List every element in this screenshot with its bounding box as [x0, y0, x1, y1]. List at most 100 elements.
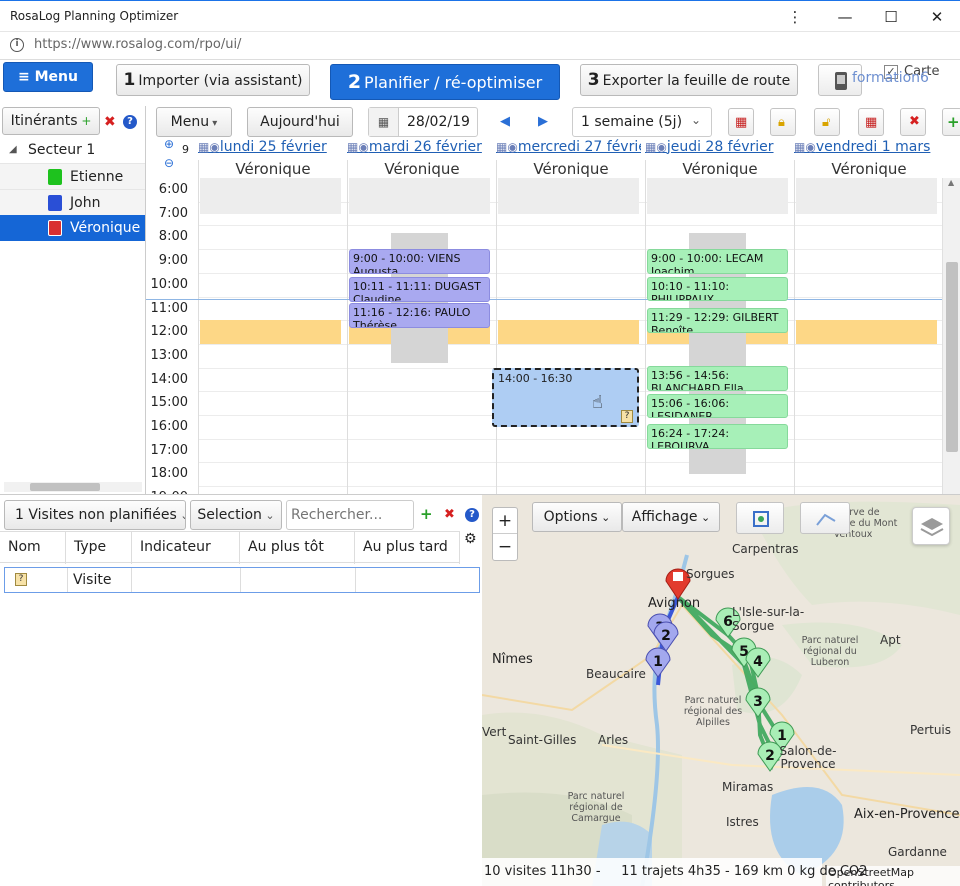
calendar-event[interactable]: 9:00 - 10:00: VIENS Augusta [349, 249, 490, 274]
vertical-scrollbar[interactable]: ▲ [942, 178, 960, 494]
collapse-icon[interactable]: ◢ [9, 137, 17, 163]
map-center-button[interactable] [736, 502, 784, 534]
calendar-icon[interactable]: ▦ [369, 108, 399, 136]
range-select[interactable]: 1 semaine (5j) ⌄ [572, 107, 712, 137]
close-window-icon[interactable]: ✕ [922, 5, 952, 29]
unlock-button[interactable]: 🔓︎ [814, 108, 840, 136]
maximize-icon[interactable]: ☐ [876, 5, 906, 29]
column-header-indicateur[interactable]: Indicateur [132, 532, 240, 564]
layers-button[interactable] [912, 507, 950, 545]
column-header-au-plus-tard[interactable]: Au plus tard [355, 532, 460, 564]
calendar-menu-button[interactable]: Menu ▾ [156, 107, 232, 137]
day-header-link[interactable]: ▦◉mercredi 27 févrie [496, 139, 641, 155]
selection-select[interactable]: Selection ⌄ [190, 500, 282, 530]
next-icon[interactable]: ▶ [538, 114, 548, 129]
current-time-line [146, 298, 942, 300]
minimize-icon[interactable]: — [830, 5, 860, 29]
map-canvas[interactable]: 6 5 4 3 1 2 3 2 1 [482, 495, 960, 886]
date-value[interactable]: 28/02/19 [407, 114, 470, 130]
calendar-remove-button[interactable]: ▦ [858, 108, 884, 136]
delete-icon[interactable]: ✖ [104, 114, 116, 130]
window-titlebar: RosaLog Planning Optimizer ⋮ — ☐ ✕ [0, 0, 960, 32]
visits-filter-select[interactable]: 1 Visites non planifiées ⌄ [4, 500, 186, 530]
calendar: Menu ▾ Aujourd'hui ▦ 28/02/19 ◀ ▶ 1 sema… [146, 106, 960, 494]
plan-button[interactable]: 2 Planifier / ré-optimiser [330, 64, 560, 100]
calendar-event[interactable]: 15:06 - 16:06: LESIDANERRabita [647, 393, 788, 419]
calendar-event[interactable]: 10:10 - 11:10: PHILIPPAUXDésiré [647, 276, 788, 302]
person-row-etienne[interactable]: Etienne [0, 163, 145, 189]
day-options-icon[interactable]: ▦◉ [496, 140, 518, 154]
help-icon[interactable]: ? [465, 508, 479, 522]
add-visit-icon[interactable]: + [420, 505, 433, 523]
map-label-aix: Aix-en-Provence [854, 807, 960, 822]
hour-label: 6:00 [158, 182, 188, 197]
person-row-veronique[interactable]: Véronique [0, 215, 145, 241]
map-label-istres: Istres [726, 815, 759, 829]
map[interactable]: 6 5 4 3 1 2 3 2 1 Carpentras Sorgues Avi… [482, 494, 960, 886]
main-menu-button[interactable]: ≡ Menu [3, 62, 93, 92]
horizontal-scrollbar[interactable] [4, 482, 142, 492]
person-row-john[interactable]: John [0, 189, 145, 215]
hour-label: 14:00 [150, 371, 188, 387]
lunch-break [200, 320, 341, 344]
person-icon [48, 220, 62, 236]
user-label[interactable]: formation6 [852, 70, 929, 86]
day-header-link[interactable]: ▦◉jeudi 28 février [645, 139, 790, 155]
calendar-event[interactable]: 11:29 - 12:29: GILBERT Benoîte [647, 307, 788, 333]
add-button[interactable]: + [942, 108, 960, 136]
column-header-au-plus-tot[interactable]: Au plus tôt [240, 532, 355, 564]
info-icon[interactable]: i [10, 38, 24, 52]
zoom-in-icon[interactable]: ⊕ [164, 137, 174, 151]
map-options-button[interactable]: Options ⌄ [532, 502, 622, 532]
day-options-icon[interactable]: ▦◉ [645, 140, 667, 154]
map-route-button[interactable] [800, 502, 850, 534]
help-icon[interactable]: ? [123, 115, 137, 129]
day-header-link[interactable]: ▦◉mardi 26 février [347, 139, 492, 155]
column-header-nom[interactable]: Nom [0, 532, 66, 564]
search-input[interactable] [291, 505, 409, 525]
hamburger-icon: ≡ [18, 69, 35, 85]
sector-row[interactable]: ◢ Secteur 1 [0, 137, 145, 163]
date-picker[interactable]: ▦ 28/02/19 [368, 107, 478, 137]
map-label-avignon: Avignon [648, 596, 701, 611]
day-options-icon[interactable]: ▦◉ [794, 140, 816, 154]
calendar-event[interactable]: 13:56 - 14:56: BLANCHARD Ella [647, 366, 788, 391]
map-display-button[interactable]: Affichage ⌄ [622, 502, 720, 532]
zoom-out-icon[interactable]: ⊖ [164, 156, 174, 170]
day-header-link[interactable]: ▦◉lundi 25 février [198, 139, 343, 155]
calendar-event[interactable]: 16:24 - 17:24: LEBOURVADoriane [647, 424, 788, 450]
calendar-event[interactable]: 11:16 - 12:16: PAULO Thérèse [349, 302, 490, 328]
column-header-type[interactable]: Type [66, 532, 132, 564]
calendar-event[interactable]: 9:00 - 10:00: LECAM Ioachim [647, 249, 788, 274]
lock-button[interactable]: 🔒︎ [770, 108, 796, 136]
selected-slot[interactable]: 14:00 - 16:30 ☝? [492, 367, 639, 427]
day-options-icon[interactable]: ▦◉ [347, 140, 369, 154]
chevron-down-icon: ⌄ [691, 113, 702, 127]
day-header-link[interactable]: ▦◉vendredi 1 mars [794, 139, 939, 155]
clear-button[interactable]: ✖ [900, 108, 926, 136]
calendar-view-button[interactable]: ▦ [728, 108, 754, 136]
url-text[interactable]: https://www.rosalog.com/rpo/ui/ [34, 37, 241, 52]
delete-icon[interactable]: ✖ [444, 507, 455, 522]
more-options-icon[interactable]: ⋮ [780, 5, 810, 29]
calendar-event[interactable]: 10:11 - 11:11: DUGAST Claudine [349, 277, 490, 302]
search-field[interactable] [286, 500, 414, 530]
closed-hours [498, 178, 639, 214]
itinerants-button[interactable]: Itinérants + [2, 107, 100, 135]
scroll-thumb[interactable] [30, 483, 100, 491]
map-zoom-out-button[interactable]: − [493, 534, 517, 560]
map-label-apt: Apt [880, 633, 901, 647]
map-label-alpilles: Parc naturel régional des Alpilles [683, 695, 743, 728]
export-button[interactable]: 3 Exporter la feuille de route [580, 64, 798, 96]
today-button[interactable]: Aujourd'hui [247, 107, 353, 137]
previous-icon[interactable]: ◀ [500, 114, 510, 129]
table-row[interactable]: ? Visite [4, 567, 480, 593]
sector-label: Secteur 1 [28, 142, 96, 158]
map-zoom-in-button[interactable]: + [493, 508, 517, 534]
hour-label: 11:00 [150, 300, 188, 316]
gear-icon[interactable]: ⚙ [464, 531, 477, 547]
scroll-up-icon[interactable]: ▲ [948, 178, 954, 187]
import-button[interactable]: 1 Importer (via assistant) [116, 64, 310, 96]
scroll-thumb[interactable] [946, 262, 958, 452]
day-options-icon[interactable]: ▦◉ [198, 140, 220, 154]
